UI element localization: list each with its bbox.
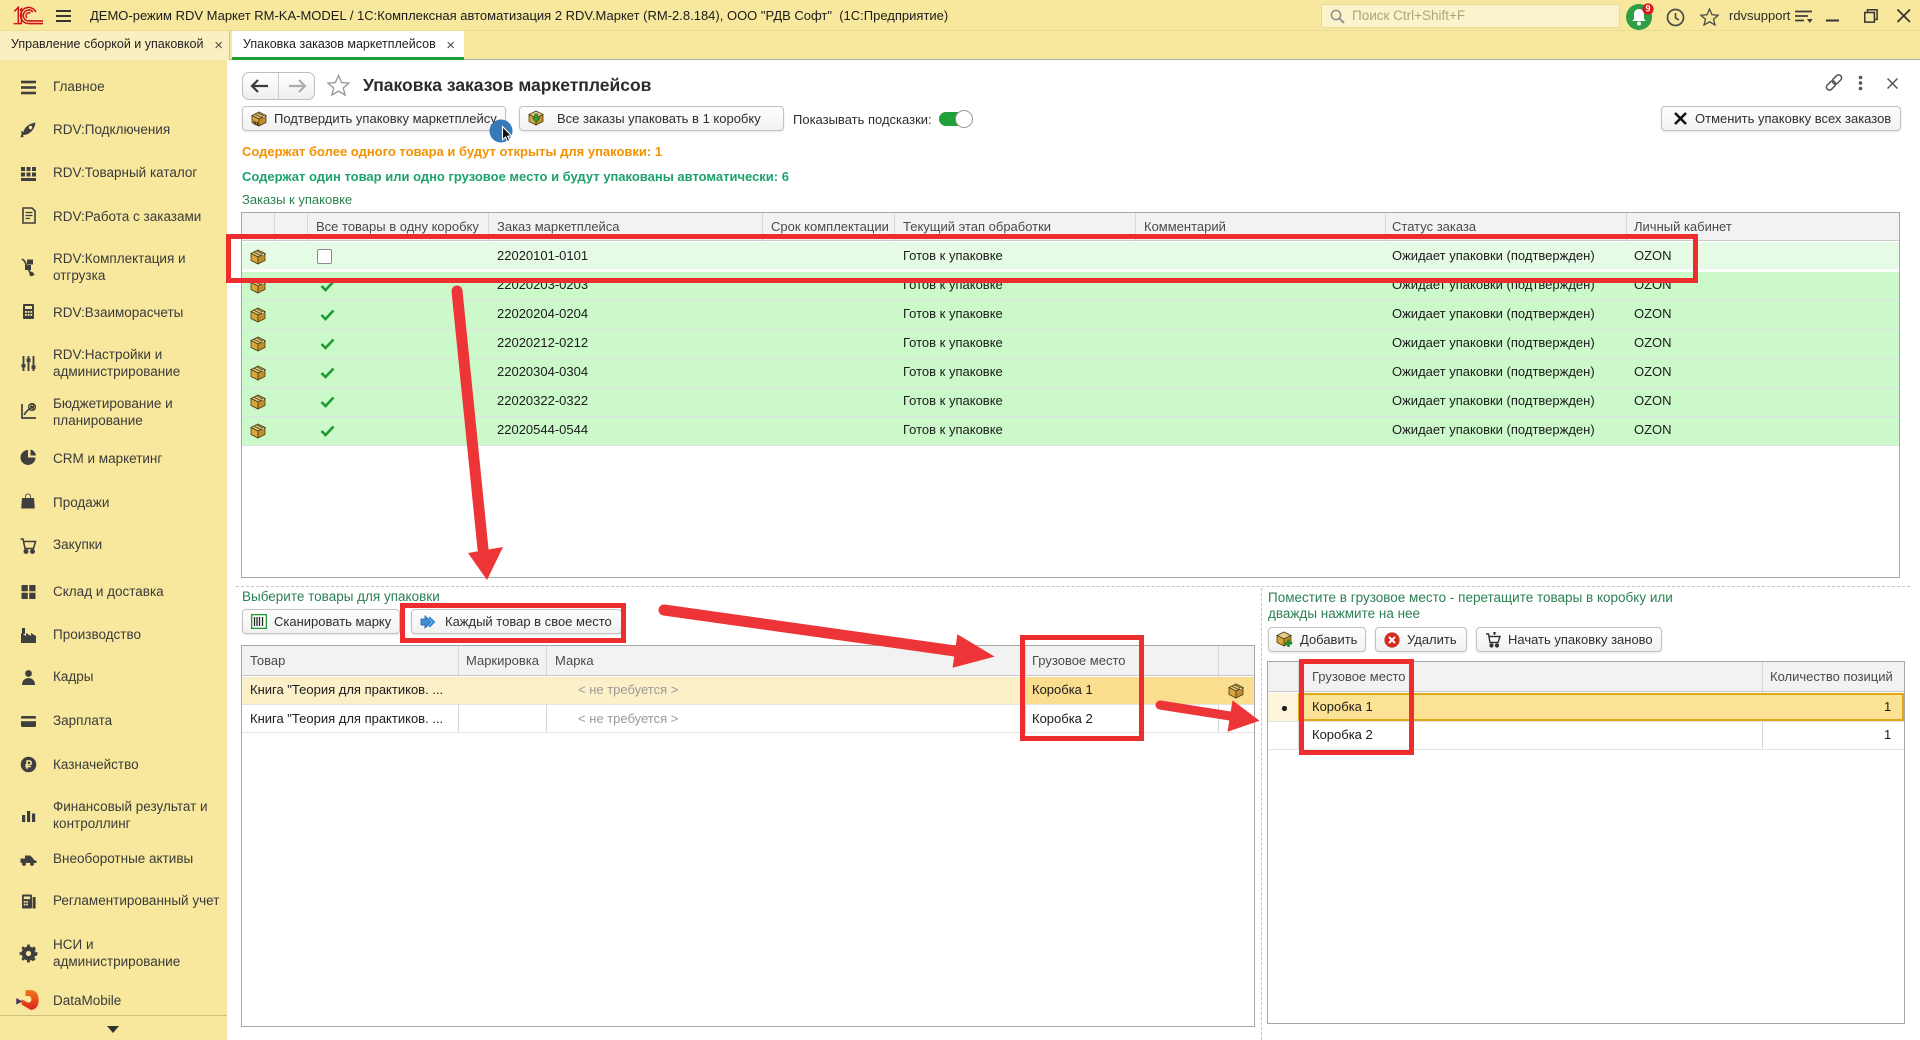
svg-text:₽: ₽ (30, 404, 34, 411)
svg-text:9: 9 (1645, 4, 1650, 14)
svg-text:₽: ₽ (25, 759, 32, 771)
